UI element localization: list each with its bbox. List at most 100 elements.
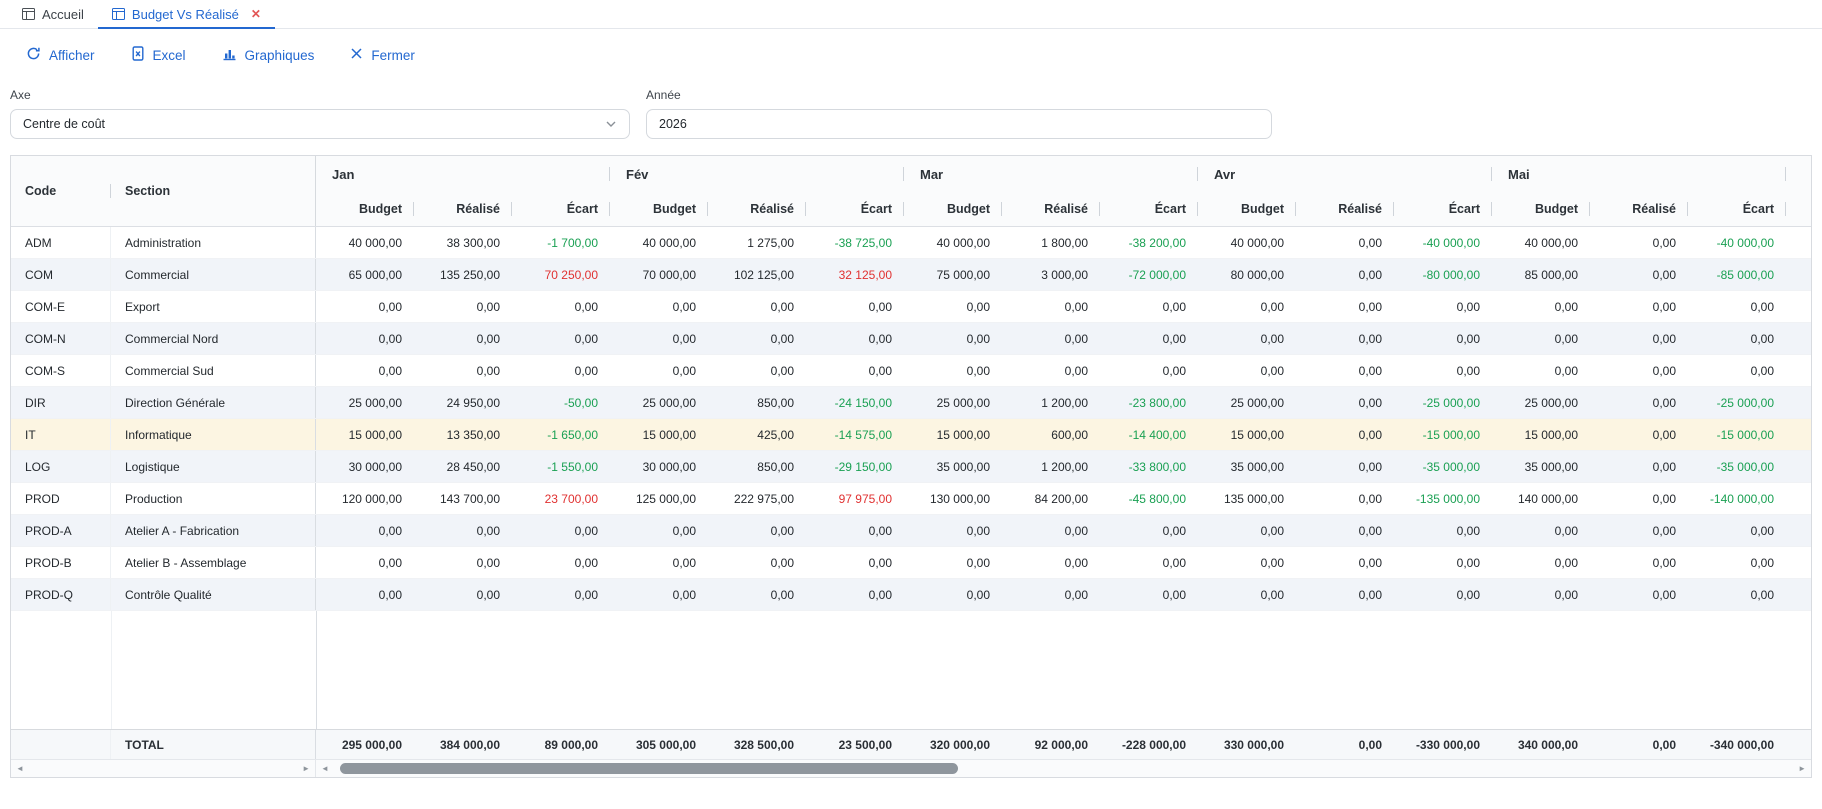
ecart-cell: 0,00 — [512, 355, 610, 386]
table-row-prod[interactable]: PRODProduction120 000,00143 700,0023 700… — [11, 483, 1811, 515]
graphiques-button[interactable]: Graphiques — [222, 46, 315, 64]
column-header-realise[interactable]: Réalisé — [708, 192, 806, 226]
axe-select[interactable]: Centre de coût — [10, 109, 630, 139]
column-header-budget[interactable]: Budget — [1492, 192, 1590, 226]
filler-cell — [1786, 387, 1811, 418]
budget-cell: 70 000,00 — [610, 259, 708, 290]
scroll-left-icon[interactable]: ◄ — [321, 765, 329, 773]
table-row-com-e[interactable]: COM-EExport0,000,000,000,000,000,000,000… — [11, 291, 1811, 323]
month-header-1[interactable]: Fév — [610, 156, 904, 192]
budget-cell: 0,00 — [316, 515, 414, 546]
scrollbar-track[interactable] — [334, 763, 1793, 774]
table-row-com-s[interactable]: COM-SCommercial Sud0,000,000,000,000,000… — [11, 355, 1811, 387]
table-row-log[interactable]: LOGLogistique30 000,0028 450,00-1 550,00… — [11, 451, 1811, 483]
column-header-budget[interactable]: Budget — [904, 192, 1002, 226]
budget-cell: 0,00 — [1492, 323, 1590, 354]
ecart-cell: -15 000,00 — [1688, 419, 1786, 450]
section-cell: Commercial Sud — [111, 355, 316, 386]
main-scrollbar[interactable]: ◄ ► — [316, 760, 1811, 777]
afficher-button[interactable]: Afficher — [26, 46, 95, 64]
scroll-left-icon[interactable]: ◄ — [16, 765, 24, 773]
column-header-budget[interactable]: Budget — [610, 192, 708, 226]
table-row-prod-b[interactable]: PROD-BAtelier B - Assemblage0,000,000,00… — [11, 547, 1811, 579]
ecart-cell: 0,00 — [806, 579, 904, 610]
column-header-realise[interactable]: Réalisé — [1590, 192, 1688, 226]
ecart-cell: 0,00 — [1688, 547, 1786, 578]
total-ecart-cell: -228 000,00 — [1100, 730, 1198, 759]
column-header-ecart[interactable]: Écart — [512, 192, 610, 226]
column-header-ecart[interactable]: Écart — [1100, 192, 1198, 226]
month-header-2[interactable]: Mar — [904, 156, 1198, 192]
column-header-realise[interactable]: Réalisé — [1002, 192, 1100, 226]
column-header-ecart[interactable]: Écart — [1394, 192, 1492, 226]
table-row-it[interactable]: ITInformatique15 000,0013 350,00-1 650,0… — [11, 419, 1811, 451]
tab-budget-vs-realise[interactable]: Budget Vs Réalisé ✕ — [98, 0, 275, 28]
budget-cell: 0,00 — [904, 291, 1002, 322]
budget-cell: 0,00 — [610, 291, 708, 322]
month-header-4[interactable]: Mai — [1492, 156, 1786, 192]
realise-cell: 1 275,00 — [708, 227, 806, 258]
budget-cell: 0,00 — [316, 579, 414, 610]
filler-cell — [1786, 483, 1811, 514]
column-header-ecart[interactable]: Écart — [1688, 192, 1786, 226]
month-header-0[interactable]: Jan — [316, 156, 610, 192]
total-ecart-cell: -340 000,00 — [1688, 730, 1786, 759]
realise-cell: 0,00 — [1590, 355, 1688, 386]
tab-label: Accueil — [42, 7, 84, 22]
code-cell: PROD-A — [11, 515, 111, 546]
scrollbar-thumb[interactable] — [340, 763, 958, 774]
scroll-right-icon[interactable]: ► — [302, 765, 310, 773]
total-budget-cell: 305 000,00 — [610, 730, 708, 759]
fermer-button[interactable]: Fermer — [350, 46, 415, 64]
column-header-budget[interactable]: Budget — [1198, 192, 1296, 226]
realise-cell: 0,00 — [1002, 579, 1100, 610]
realise-cell: 0,00 — [414, 291, 512, 322]
scroll-right-icon[interactable]: ► — [1798, 765, 1806, 773]
column-header-section[interactable]: Section — [111, 156, 316, 226]
budget-cell: 15 000,00 — [610, 419, 708, 450]
budget-cell: 30 000,00 — [610, 451, 708, 482]
annee-input[interactable] — [646, 109, 1272, 139]
month-header-3[interactable]: Avr — [1198, 156, 1492, 192]
table-row-prod-a[interactable]: PROD-AAtelier A - Fabrication0,000,000,0… — [11, 515, 1811, 547]
ecart-cell: -38 725,00 — [806, 227, 904, 258]
realise-cell: 0,00 — [1296, 259, 1394, 290]
ecart-cell: -135 000,00 — [1394, 483, 1492, 514]
table-row-prod-q[interactable]: PROD-QContrôle Qualité0,000,000,000,000,… — [11, 579, 1811, 611]
excel-button[interactable]: Excel — [131, 46, 186, 64]
tab-accueil[interactable]: Accueil — [8, 0, 98, 28]
budget-cell: 85 000,00 — [1492, 259, 1590, 290]
budget-cell: 25 000,00 — [610, 387, 708, 418]
table-row-adm[interactable]: ADMAdministration40 000,0038 300,00-1 70… — [11, 227, 1811, 259]
column-header-code[interactable]: Code — [11, 156, 111, 226]
budget-cell: 0,00 — [1492, 579, 1590, 610]
column-header-partial — [1786, 192, 1811, 226]
table-row-com[interactable]: COMCommercial65 000,00135 250,0070 250,0… — [11, 259, 1811, 291]
ecart-cell: -72 000,00 — [1100, 259, 1198, 290]
table-row-com-n[interactable]: COM-NCommercial Nord0,000,000,000,000,00… — [11, 323, 1811, 355]
column-header-realise[interactable]: Réalisé — [1296, 192, 1394, 226]
column-header-realise[interactable]: Réalisé — [414, 192, 512, 226]
table-row-dir[interactable]: DIRDirection Générale25 000,0024 950,00-… — [11, 387, 1811, 419]
ecart-cell: 0,00 — [806, 547, 904, 578]
budget-cell: 0,00 — [610, 547, 708, 578]
budget-cell: 35 000,00 — [1492, 451, 1590, 482]
section-cell: Logistique — [111, 451, 316, 482]
total-realise-cell: 0,00 — [1296, 730, 1394, 759]
ecart-cell: 0,00 — [512, 323, 610, 354]
column-header-budget[interactable]: Budget — [316, 192, 414, 226]
ecart-cell: -33 800,00 — [1100, 451, 1198, 482]
budget-cell: 25 000,00 — [316, 387, 414, 418]
filler-cell — [1786, 515, 1811, 546]
ecart-cell: 0,00 — [1394, 547, 1492, 578]
ecart-cell: 0,00 — [1394, 355, 1492, 386]
section-cell: Commercial Nord — [111, 323, 316, 354]
budget-cell: 0,00 — [316, 355, 414, 386]
budget-cell: 0,00 — [316, 547, 414, 578]
tab-close-icon[interactable]: ✕ — [251, 7, 261, 21]
column-header-ecart[interactable]: Écart — [806, 192, 904, 226]
ecart-cell: -1 700,00 — [512, 227, 610, 258]
budget-cell: 125 000,00 — [610, 483, 708, 514]
fixed-columns-scrollbar[interactable]: ◄ ► — [11, 760, 316, 777]
ecart-cell: 0,00 — [806, 515, 904, 546]
